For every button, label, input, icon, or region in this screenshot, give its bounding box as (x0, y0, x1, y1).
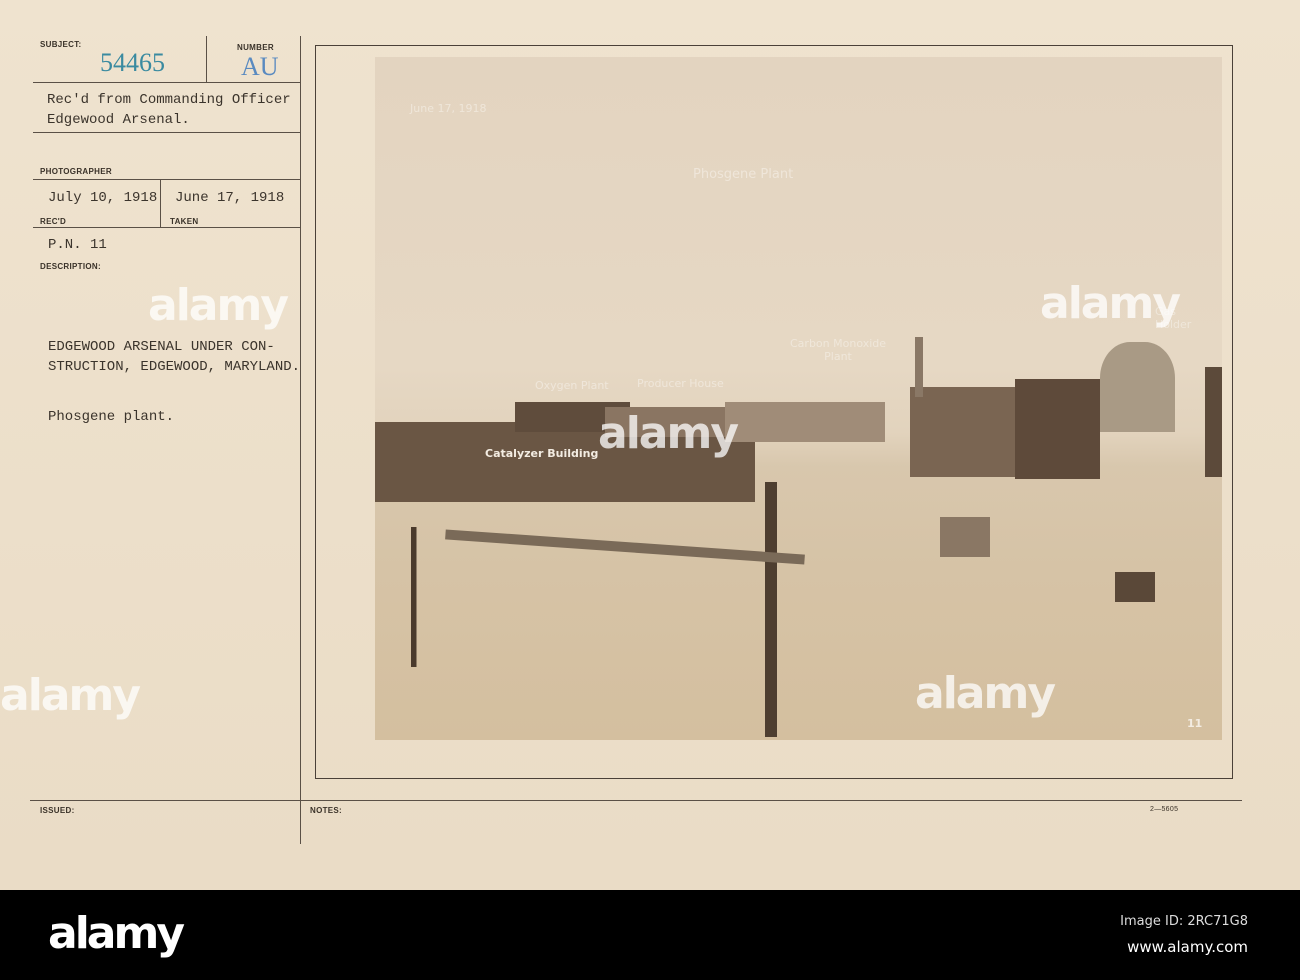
form-number: 2—5605 (1150, 806, 1179, 813)
oxygen-label: Oxygen Plant (535, 379, 609, 392)
description-label: DESCRIPTION: (40, 262, 101, 271)
description-line3: Phosgene plant. (48, 409, 175, 425)
catalyzer-label: Catalyzer Building (485, 447, 599, 460)
recd-label: REC'D (40, 217, 67, 226)
subject-label: SUBJECT: (40, 40, 82, 49)
watermark-logo: alamy (915, 668, 1056, 719)
carbon-label: Carbon Monoxide Plant (790, 337, 887, 363)
issued-label: ISSUED: (40, 806, 75, 815)
taken-date: June 17, 1918 (175, 190, 285, 206)
alamy-logo: alamy (48, 908, 185, 959)
description-line1: EDGEWOOD ARSENAL UNDER CON- (48, 339, 275, 355)
alamy-url[interactable]: www.alamy.com (1127, 938, 1248, 956)
watermark-logo: alamy (1040, 278, 1181, 329)
watermark-logo: alamy (0, 670, 141, 721)
date-annotation: June 17, 1918 (410, 102, 487, 115)
watermark-logo: alamy (148, 280, 289, 331)
stock-footer: alamy Image ID: 2RC71G8 www.alamy.com (0, 890, 1300, 980)
notes-label: NOTES: (310, 806, 343, 815)
plate-number: 11 (1187, 717, 1203, 730)
number-label: NUMBER (237, 43, 274, 52)
taken-label: TAKEN (170, 217, 199, 226)
recd-date: July 10, 1918 (48, 190, 158, 206)
received-from: Rec'd from Commanding Officer (47, 92, 291, 108)
description-line2: STRUCTION, EDGEWOOD, MARYLAND. (48, 359, 301, 375)
watermark-logo: alamy (598, 408, 739, 459)
subject-number: 54465 (100, 48, 165, 77)
photographer-label: PHOTOGRAPHER (40, 167, 112, 176)
image-id: Image ID: 2RC71G8 (1120, 914, 1248, 929)
title-annotation: Phosgene Plant (693, 167, 794, 182)
number-value: AU (241, 52, 279, 81)
received-from-line2: Edgewood Arsenal. (47, 112, 190, 128)
pn-number: P.N. 11 (48, 237, 107, 253)
photograph: June 17, 1918 Phosgene Plant Catalyzer B… (375, 57, 1222, 740)
archive-card: SUBJECT: 54465 NUMBER AU Rec'd from Comm… (0, 0, 1300, 890)
producer-label: Producer House (637, 377, 724, 390)
